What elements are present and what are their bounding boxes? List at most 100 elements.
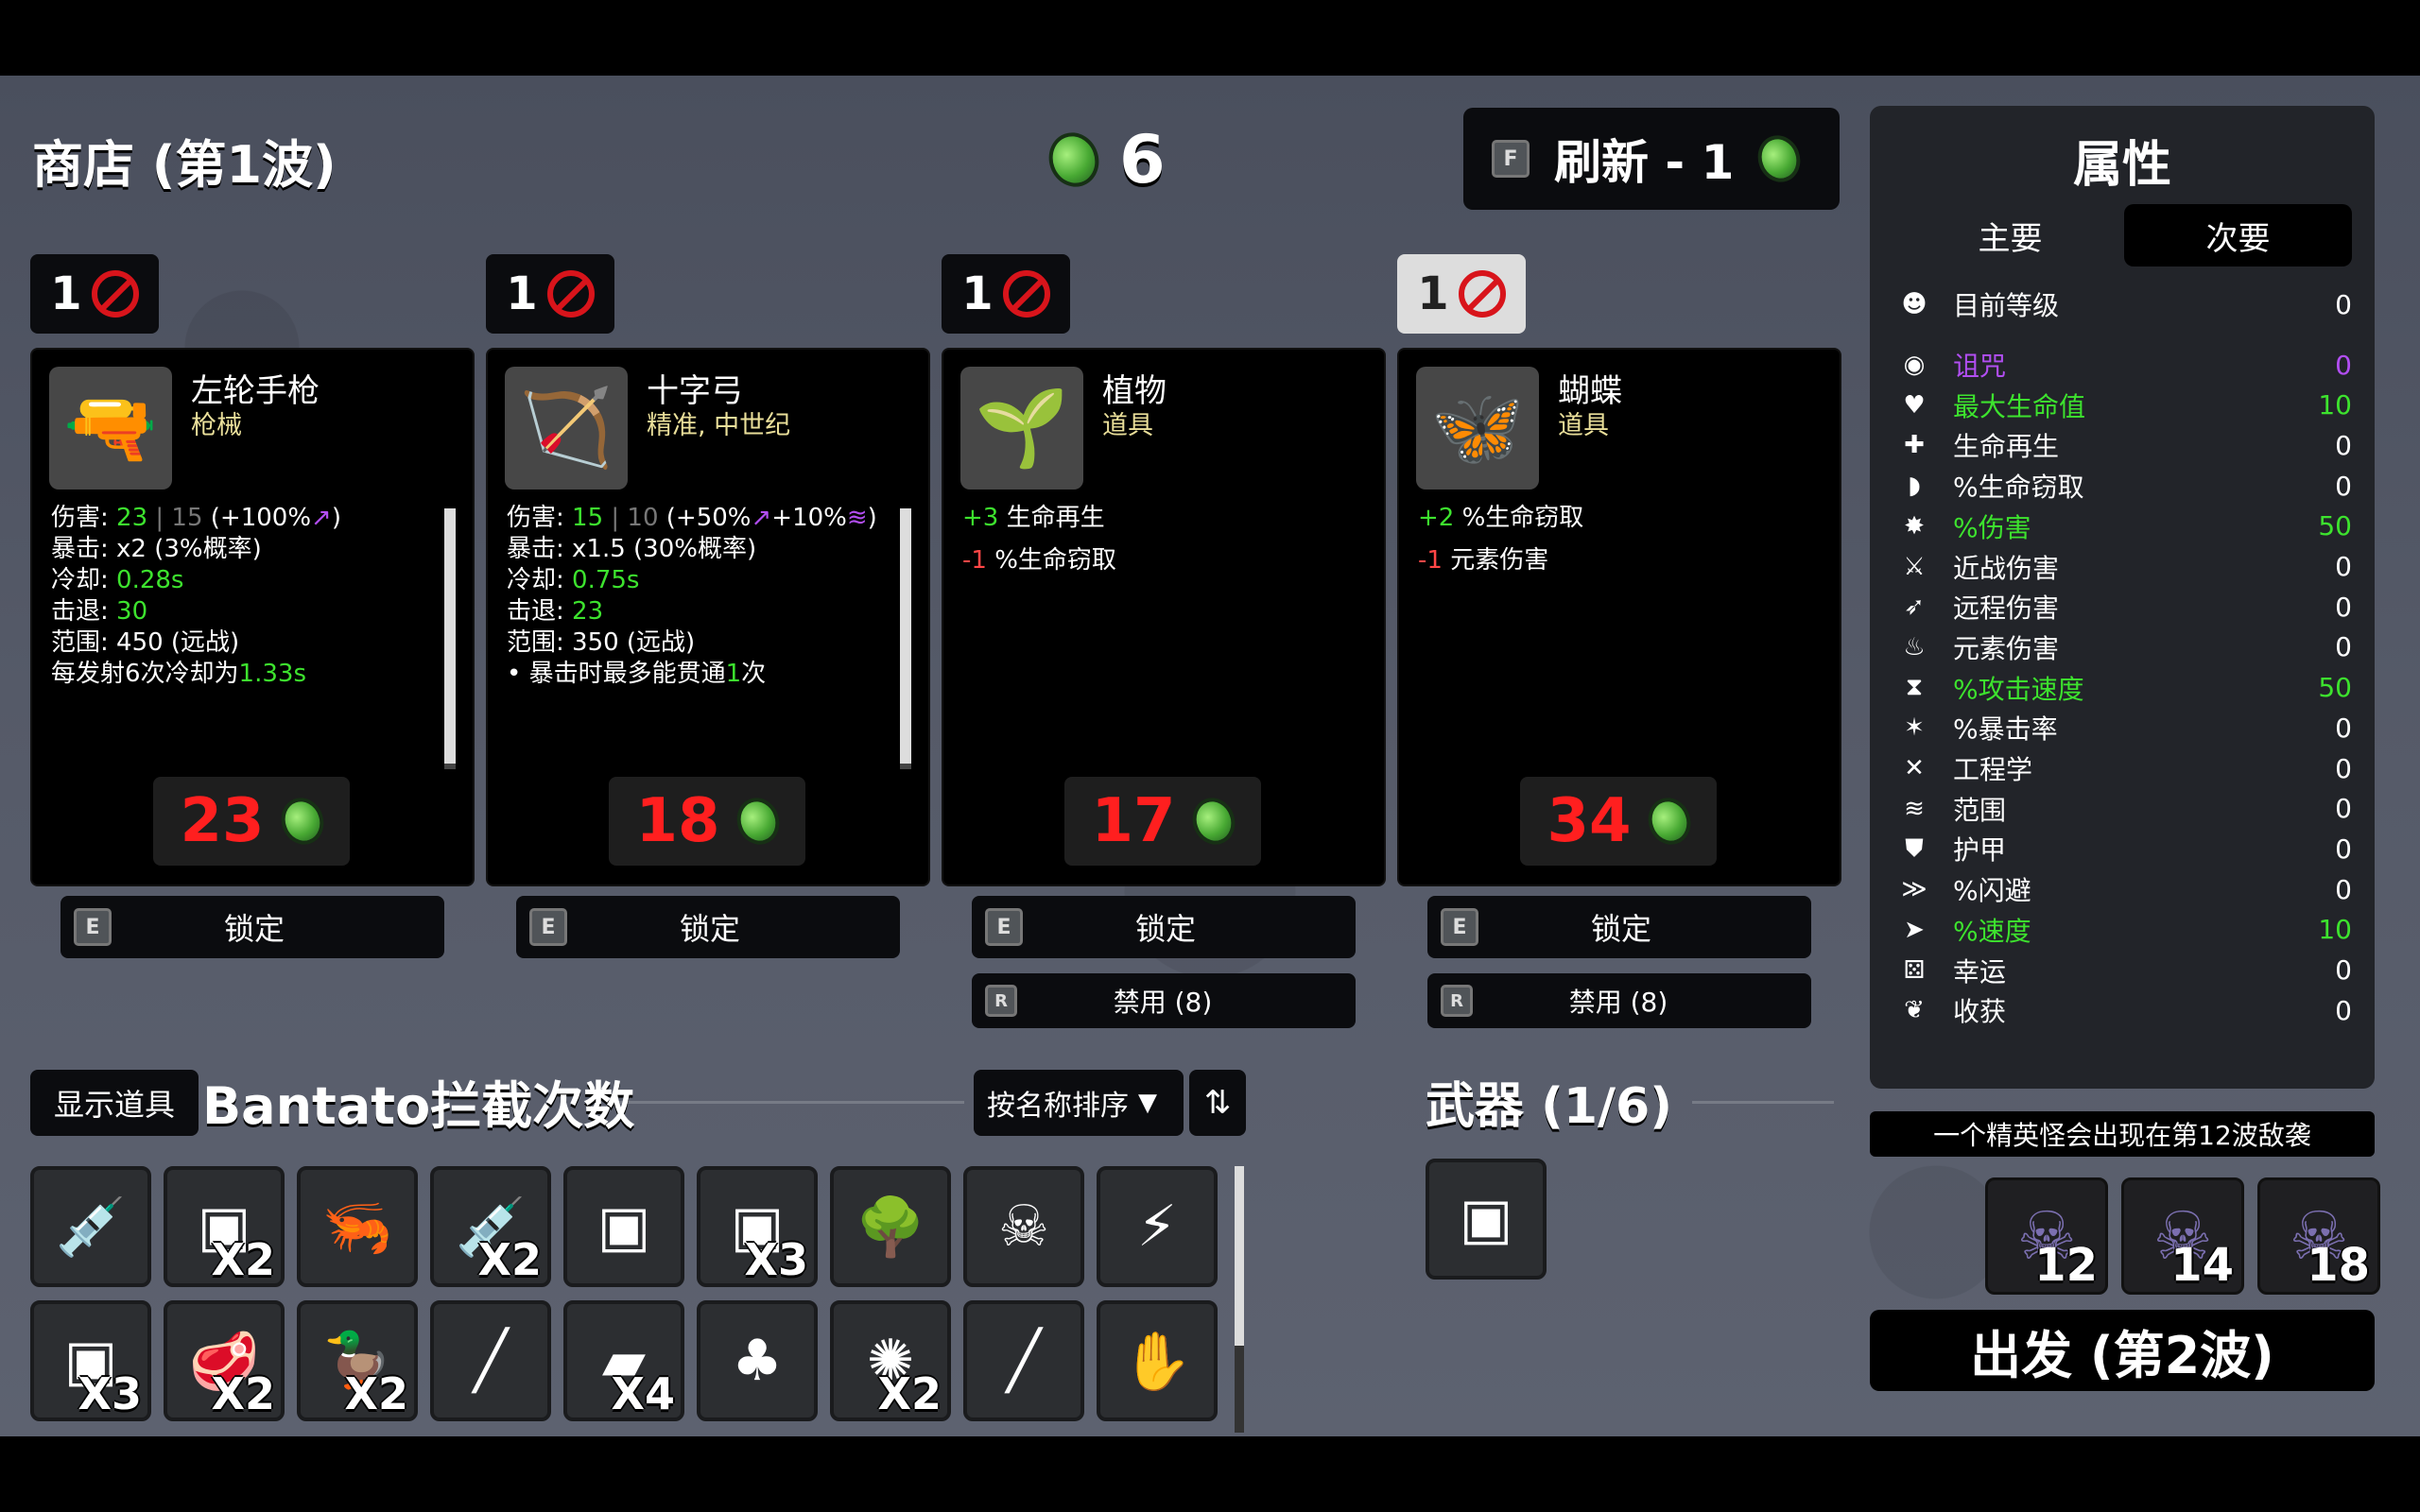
item-class: 枪械 [191,411,242,440]
elite-boss-3[interactable]: ☠ 18 [2257,1177,2380,1295]
refresh-button[interactable]: F 刷新 - 1 [1463,108,1840,210]
stat-label: 护甲 [1953,834,2007,867]
stat-text: 15 [572,504,604,532]
boss-list: ☠ 12 ☠ 14 ☠ 18 [1985,1177,2380,1295]
go-next-wave-button[interactable]: 出发 (第2波) [1870,1310,2375,1391]
stat-text: +2 [1418,504,1455,532]
item-class: 道具 [1102,411,1153,440]
ban-button[interactable]: R 禁用 (8) [1427,973,1811,1028]
hand-icon: ✋ [1121,1328,1193,1395]
item-qty-tag[interactable]: 1 [942,254,1070,334]
inventory-scrollbar[interactable] [1235,1166,1244,1433]
engineering-icon: ✕ [1904,754,1925,782]
heart-icon: ♥ [1903,390,1926,420]
stat-line: 伤害: 15 | 10 (+50%↗+10%≋) [507,503,904,534]
inventory-slot[interactable]: ⚡ [1097,1166,1218,1287]
stat-row[interactable]: ❦ 收获 0 [1898,991,2352,1029]
inventory-slot[interactable]: ▰ X4 [563,1300,684,1421]
stat-row[interactable]: ≫ %闪避 0 [1898,870,2352,908]
shop-item-card[interactable]: 🏹 十字弓 精准, 中世纪 伤害: 15 | 10 (+50%↗+10%≋) 暴击… [486,348,930,886]
inventory-slot[interactable]: ╱ [430,1300,551,1421]
stat-value: 0 [2335,954,2352,986]
gray-turret-icon: ▣ [596,1194,651,1260]
lock-button[interactable]: E 锁定 [1427,896,1811,958]
stat-label: 幸运 [1953,955,2007,988]
item-price: 17 [1064,777,1261,866]
tab-primary[interactable]: 主要 [1896,204,2124,266]
lock-button[interactable]: E 锁定 [972,896,1356,958]
game-screen: 商店 (第1波) 6 F 刷新 - 1 1 🔫 左轮手枪 枪械 伤害: 23 |… [0,76,2420,1436]
stat-label: 生命再生 [1953,431,2060,463]
scrollbar-thumb[interactable] [444,508,456,764]
item-qty-tag[interactable]: 1 [30,254,159,334]
stat-row[interactable]: ⧗ %攻击速度 50 [1898,669,2352,707]
shop-item-card[interactable]: 🔫 左轮手枪 枪械 伤害: 23 | 15 (+100%↗) 暴击: x2 (3%… [30,348,475,886]
inventory-slot[interactable]: ▣ [563,1166,684,1287]
stat-label: 目前等级 [1953,290,2060,321]
inventory-slot[interactable]: ✺ X2 [830,1300,951,1421]
elite-boss-1[interactable]: ☠ 12 [1985,1177,2108,1295]
shop-item-card[interactable]: 🌱 植物 道具 +3 生命再生 -1 %生命窃取 17 [942,348,1386,886]
stat-value: 0 [2335,833,2352,865]
stat-line: -1 %生命窃取 [962,545,1359,576]
key-hint-e: E [74,908,112,946]
inventory-slot[interactable]: ☠ [963,1166,1084,1287]
inventory-slot[interactable]: 🦆 X2 [297,1300,418,1421]
stat-row[interactable]: ➤ %速度 10 [1898,911,2352,949]
stat-row[interactable]: ♥ 最大生命值 10 [1898,387,2352,424]
stat-row[interactable]: ◗ %生命窃取 0 [1898,467,2352,505]
lock-button[interactable]: E 锁定 [516,896,900,958]
stat-text: 击退: [51,597,117,626]
item-qty-tag[interactable]: 1 [1397,254,1526,334]
stat-label: %伤害 [1953,511,2031,543]
range-icon: ≋ [1904,794,1925,823]
stat-row[interactable]: ♨ 元素伤害 0 [1898,628,2352,666]
stat-text: 1 [725,660,742,688]
stat-row[interactable]: ⚄ 幸运 0 [1898,952,2352,989]
syringe-icon: 💉 [55,1194,127,1261]
inventory-slot[interactable]: 💉 X2 [430,1166,551,1287]
inventory-slot[interactable]: ✋ [1097,1300,1218,1421]
stat-value: 0 [2335,631,2352,663]
show-items-button[interactable]: 显示道具 [30,1070,199,1136]
stat-row[interactable]: ◉ 诅咒 0 [1898,346,2352,384]
stat-row[interactable]: ⚔ 近战伤害 0 [1898,548,2352,586]
inventory-slot[interactable]: ▣ X2 [164,1166,285,1287]
sort-order-button[interactable]: ⇅ [1189,1070,1246,1136]
scrollbar-thumb[interactable] [1235,1166,1244,1346]
materials-count: 6 [1119,121,1166,198]
sort-dropdown[interactable]: 按名称排序 ▼ [974,1070,1184,1136]
stats-scrollbar[interactable] [900,508,911,769]
item-qty-tag[interactable]: 1 [486,254,614,334]
inventory-slot[interactable]: ╱ [963,1300,1084,1421]
elite-boss-2[interactable]: ☠ 14 [2121,1177,2244,1295]
shop-item-card[interactable]: 🦋 蝴蝶 道具 +2 %生命窃取 -1 元素伤害 34 [1397,348,1841,886]
stat-row[interactable]: ➶ 远程伤害 0 [1898,588,2352,626]
ban-button[interactable]: R 禁用 (8) [972,973,1356,1028]
stat-row[interactable]: ≋ 范围 0 [1898,790,2352,828]
stat-row[interactable]: ☻ 目前等级 0 [1898,285,2352,323]
item-class: 道具 [1558,411,1609,440]
inventory-slot[interactable]: 🦐 [297,1166,418,1287]
stat-row[interactable]: ⛊ 护甲 0 [1898,830,2352,868]
inventory-slot[interactable]: ♣ [697,1300,818,1421]
stat-row[interactable]: ✸ %伤害 50 [1898,507,2352,545]
stat-line: 暴击: x1.5 (30%概率) [507,534,904,565]
stat-row[interactable]: ✶ %暴击率 0 [1898,709,2352,747]
stat-row[interactable]: ✕ 工程学 0 [1898,749,2352,787]
inventory-slot[interactable]: 💉 [30,1166,151,1287]
inventory-slot[interactable]: 🌳 [830,1166,951,1287]
inventory-slot[interactable]: ▣ X3 [30,1300,151,1421]
elite-notice: 一个精英怪会出现在第12波敌袭 [1870,1111,2375,1157]
stat-row[interactable]: ✚ 生命再生 0 [1898,426,2352,464]
stat-value: 10 [2318,389,2352,421]
stat-text: 30 [116,597,148,626]
stat-text: %生命窃取 [986,546,1116,575]
weapon-slot[interactable]: ▣ [1426,1159,1547,1280]
tab-secondary[interactable]: 次要 [2124,204,2352,266]
scrollbar-thumb[interactable] [900,508,911,764]
inventory-slot[interactable]: 🥩 X2 [164,1300,285,1421]
lock-button[interactable]: E 锁定 [60,896,444,958]
stats-scrollbar[interactable] [444,508,456,769]
inventory-slot[interactable]: ▣ X3 [697,1166,818,1287]
